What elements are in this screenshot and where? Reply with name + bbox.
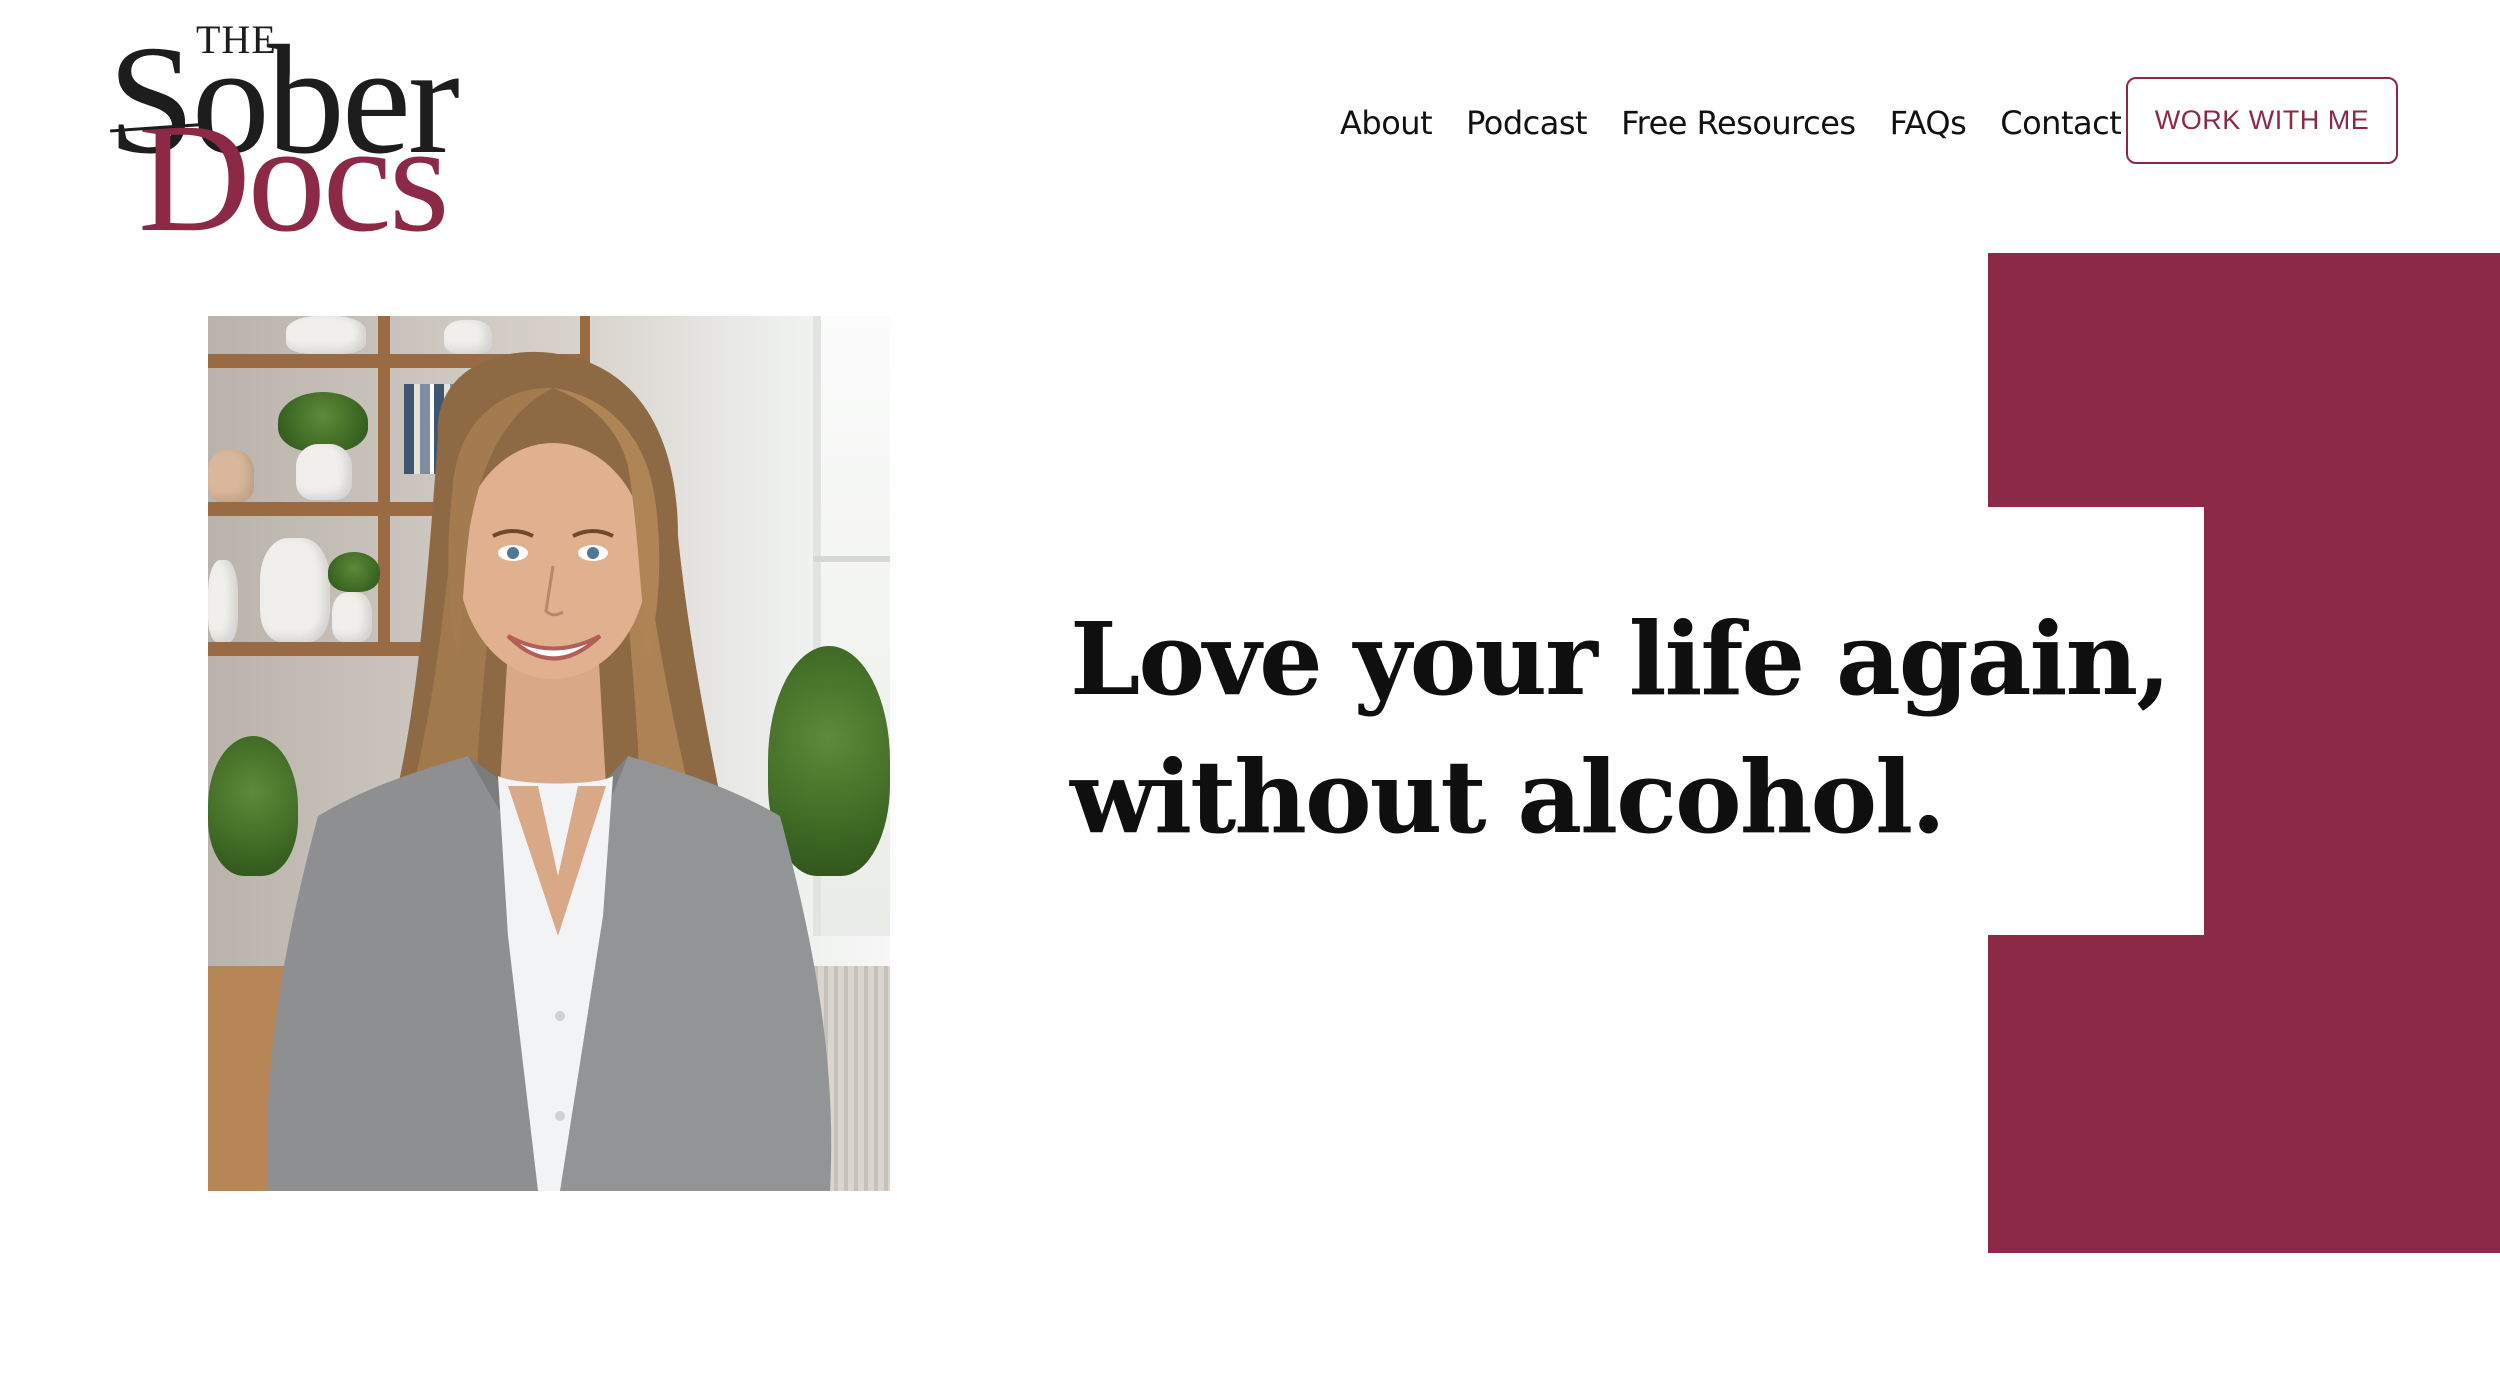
hero-headline-line-1: Love your life again, (1070, 600, 2171, 718)
main-nav: About Podcast Free Resources FAQs Contac… (1340, 95, 2122, 150)
hero-headline: Love your life again, without alcohol. (1070, 590, 2171, 866)
site-logo[interactable]: Sober THE Docs (108, 17, 508, 256)
photo-person (267, 351, 832, 1191)
hero-portrait-photo (208, 316, 890, 1191)
hero-headline-line-2: without alcohol. (1070, 738, 1946, 856)
work-with-me-button[interactable]: WORK WITH ME (2126, 77, 2398, 164)
nav-link-faqs[interactable]: FAQs (1890, 104, 1967, 142)
nav-link-about[interactable]: About (1340, 104, 1433, 142)
nav-link-contact[interactable]: Contact (2000, 104, 2122, 142)
nav-link-podcast[interactable]: Podcast (1466, 104, 1587, 142)
accent-block-top (1988, 253, 2500, 507)
nav-link-free-resources[interactable]: Free Resources (1621, 104, 1856, 142)
logo-word-the: THE (196, 17, 277, 62)
accent-block-middle (2204, 507, 2500, 935)
accent-block-bottom (1988, 935, 2500, 1253)
